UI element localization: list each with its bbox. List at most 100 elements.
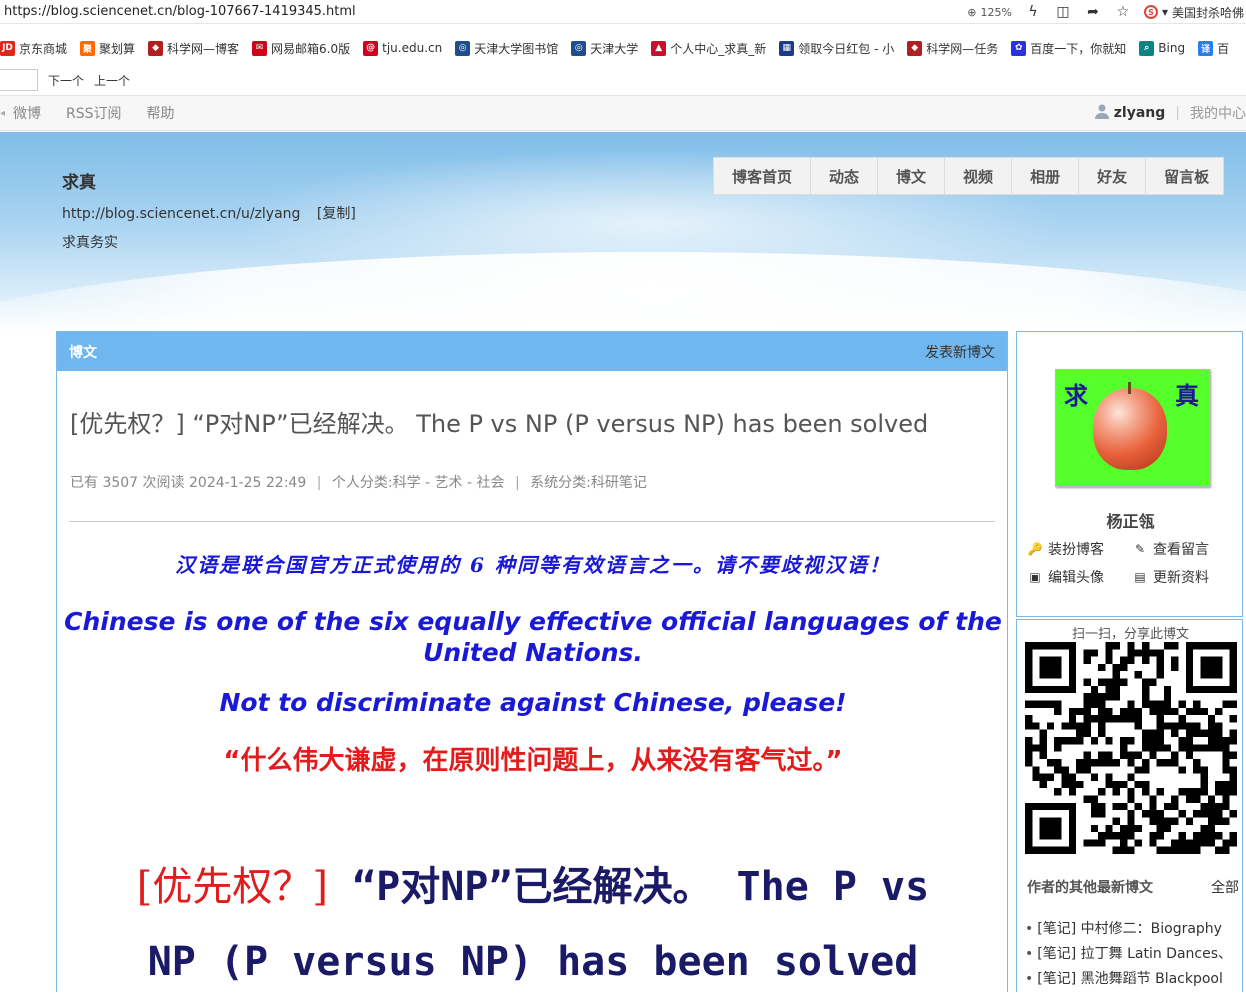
tab-friends[interactable]: 好友 [1078, 157, 1146, 195]
divider: | [316, 475, 322, 491]
site-top-nav: ◂ 微博 RSS订阅 帮助 zlyang | 我的中心 [0, 95, 1246, 131]
bookmark-favicon-icon: 译 [1198, 40, 1214, 56]
url-text[interactable]: https://blog.sciencenet.cn/blog-107667-1… [0, 4, 356, 19]
bookmark-item[interactable]: ▲ 个人中心_求真_新 [651, 40, 766, 57]
bookmark-favicon-icon: ▦ [779, 40, 795, 56]
new-post-link[interactable]: 发表新博文 [925, 342, 995, 362]
tab-videos[interactable]: 视频 [944, 157, 1012, 195]
bookmark-item[interactable]: ◆ 科学网—任务 [907, 40, 998, 57]
bookmark-item[interactable]: 聚聚划算 [80, 40, 135, 57]
bookmark-item[interactable]: ✿ 百度一下，你就知 [1011, 40, 1126, 57]
apple-stem [1128, 382, 1131, 394]
bookmark-favicon-icon: JD [0, 40, 15, 56]
find-next-button[interactable]: 下一个 [48, 72, 84, 89]
find-prev-button[interactable]: 上一个 [94, 72, 130, 89]
heading-text: “P对NP”已经解决。 The P vs [327, 864, 930, 910]
tab-posts[interactable]: 博文 [877, 157, 945, 195]
article-title: [优先权？] “P对NP”已经解决。 The P vs NP (P versus… [70, 410, 929, 438]
edit-avatar-link[interactable]: ▣ 编辑头像 [1027, 567, 1132, 587]
decorate-blog-link[interactable]: 🔑 装扮博客 [1027, 539, 1132, 559]
article-heading-line1: [优先权？] “P对NP”已经解决。 The P vs [57, 854, 1007, 912]
list-item[interactable]: [笔记] 拉丁舞 Latin Dances、 [1025, 943, 1239, 968]
bookmark-favicon-icon: ◎ [571, 40, 587, 56]
bookmark-label: 科学网—博客 [167, 41, 240, 56]
priority-tag: [优先权？] [136, 864, 328, 910]
bookmark-favicon-icon: 聚 [80, 40, 96, 56]
article-panel-header: 博文 发表新博文 [57, 332, 1007, 371]
tab-activity[interactable]: 动态 [810, 157, 878, 195]
apple-image [1093, 388, 1167, 470]
reads-suffix: 次阅读 [142, 475, 185, 491]
link-label: 查看留言 [1153, 542, 1209, 558]
bookmark-item[interactable]: ◎ 天津大学 [571, 40, 638, 57]
id-card-icon: ▤ [1134, 570, 1146, 584]
profile-name[interactable]: 杨正瓴 [1017, 508, 1244, 532]
list-item[interactable]: [笔记] 中村修二：Biography [1025, 918, 1239, 943]
zoom-level: 125% [980, 5, 1012, 19]
divider: | [1175, 105, 1180, 121]
bookmark-item[interactable]: @ tju.edu.cn [363, 40, 442, 56]
nav-rss[interactable]: RSS订阅 [66, 103, 122, 123]
tab-home[interactable]: 博客首页 [713, 157, 811, 195]
bookmarks-bar: JD 京东商城聚聚划算 ◆ 科学网—博客 ✉ 网易邮箱6.0版 @ tju.edu.cn ◎ 天津… [0, 34, 1246, 62]
blog-title[interactable]: 求真 [62, 168, 96, 193]
blog-tabs: 博客首页 动态 博文 视频 相册 好友 留言板 [713, 157, 1225, 195]
link-label: 装扮博客 [1048, 542, 1104, 558]
nav-help[interactable]: 帮助 [147, 103, 175, 123]
system-category[interactable]: 系统分类:科研笔记 [530, 475, 647, 491]
bookmark-favicon-icon: ✉ [252, 40, 268, 56]
lightning-icon[interactable]: ϟ [1024, 3, 1042, 21]
share-caption: 扫一扫，分享此博文 [1071, 627, 1189, 642]
bookmark-item[interactable]: ◆ 科学网—博客 [148, 40, 239, 57]
star-icon[interactable]: ☆ [1114, 3, 1132, 21]
bookmark-favicon-icon: ◎ [455, 40, 471, 56]
nav-arrow-icon: ◂ [0, 107, 6, 119]
link-label: 编辑头像 [1048, 570, 1104, 586]
bookmark-item[interactable]: 译百 [1198, 40, 1229, 57]
link-label: 更新资料 [1153, 570, 1209, 586]
divider [69, 521, 995, 522]
tab-guestbook[interactable]: 留言板 [1145, 157, 1225, 195]
list-item[interactable]: [笔记] 黑池舞蹈节 Blackpool [1025, 968, 1239, 993]
find-input[interactable] [0, 69, 38, 91]
bookmark-item[interactable]: ✉ 网易邮箱6.0版 [252, 40, 350, 57]
reader-mode-icon[interactable]: ◫ [1054, 3, 1072, 21]
bookmark-label: 聚划算 [99, 41, 136, 56]
bookmark-label: Bing [1158, 41, 1186, 55]
notice-line-en: Chinese is one of the six equally effect… [64, 607, 1002, 667]
my-center-link[interactable]: 我的中心 [1190, 103, 1246, 123]
personal-category[interactable]: 个人分类:科学 - 艺术 - 社会 [332, 475, 505, 491]
bookmark-favicon-icon: ◆ [907, 40, 923, 56]
bookmark-label: 网易邮箱6.0版 [271, 41, 351, 56]
username-link[interactable]: zlyang [1114, 105, 1166, 121]
copy-button[interactable]: [复制] [317, 206, 356, 222]
avatar[interactable]: 求 真 [1055, 369, 1210, 487]
share-arrow-icon[interactable]: ➦ [1084, 3, 1102, 21]
view-messages-link[interactable]: ✎ 查看留言 [1132, 539, 1237, 559]
share-panel: 扫一扫，分享此博文 作者的其他最新博文 全部 [笔记] 中村修二：Biograp… [1016, 619, 1243, 992]
all-posts-link[interactable]: 全部 [1211, 877, 1239, 897]
bookmark-item[interactable]: ▦ 领取今日红包 - 小 [779, 40, 894, 57]
browser-address-bar[interactable]: https://blog.sciencenet.cn/blog-107667-1… [0, 0, 1246, 24]
nav-weibo[interactable]: 微博 [13, 103, 41, 123]
banner-cloud [0, 252, 1246, 332]
post-datetime: 2024-1-25 22:49 [189, 475, 307, 491]
bookmark-item[interactable]: ◎ 天津大学图书馆 [455, 40, 558, 57]
bookmark-item[interactable]: JD 京东商城 [0, 40, 67, 57]
other-posts-title: 作者的其他最新博文 [1027, 880, 1153, 896]
user-icon [1094, 103, 1110, 123]
article-panel: 博文 发表新博文 [优先权？] “P对NP”已经解决。 The P vs NP … [56, 331, 1008, 992]
bookmark-item[interactable]: ⌕ Bing [1139, 40, 1186, 56]
sogou-icon: S [1143, 5, 1158, 19]
news-snippet: 美国封杀哈佛 [1171, 5, 1244, 20]
reads-prefix: 已有 [70, 475, 98, 491]
other-posts-header: 作者的其他最新博文 全部 [1027, 877, 1239, 897]
zoom-indicator[interactable]: ⊕ 125% [967, 6, 1012, 19]
news-widget[interactable]: S ▾ 美国封杀哈佛 [1143, 4, 1244, 21]
update-profile-link[interactable]: ▤ 更新资料 [1132, 567, 1237, 587]
blog-url-text[interactable]: http://blog.sciencenet.cn/u/zlyang [62, 206, 300, 222]
bookmark-favicon-icon: ◆ [148, 40, 164, 56]
avatar-char-right: 真 [1175, 382, 1199, 410]
quote-line: “什么伟大谦虚，在原则性问题上，从来没有客气过。” [223, 746, 843, 776]
tab-albums[interactable]: 相册 [1011, 157, 1079, 195]
